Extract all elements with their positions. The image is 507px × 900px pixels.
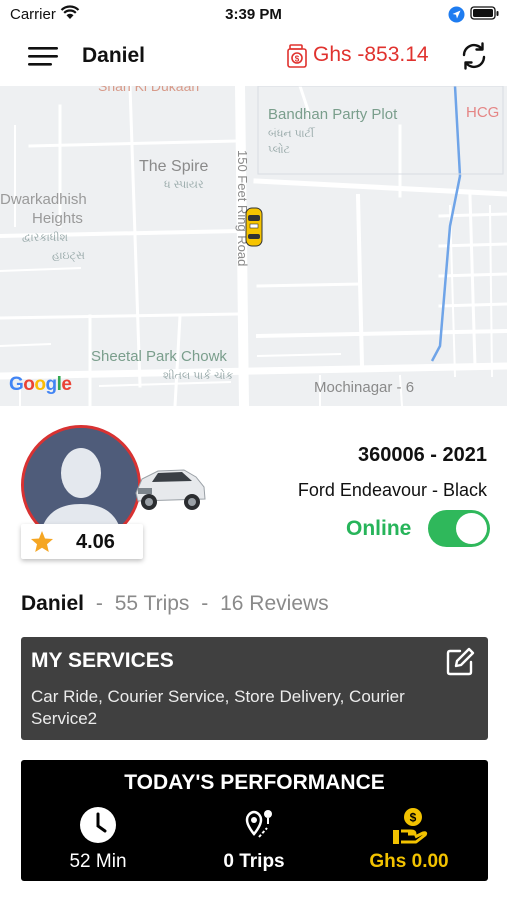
online-toggle[interactable] — [428, 510, 490, 547]
stats-separator: - — [95, 592, 103, 615]
location-arrow-icon — [448, 6, 465, 28]
refresh-icon[interactable] — [459, 41, 489, 76]
clock-icon — [79, 806, 117, 849]
my-services-card: MY SERVICES Car Ride, Courier Service, S… — [21, 637, 488, 740]
clock-time: 3:39 PM — [225, 6, 282, 23]
map-label-spire-local: ધ સ્પાયર — [164, 179, 204, 191]
wallet-balance[interactable]: Ghs -853.14 — [313, 43, 429, 67]
rating-card: 4.06 — [21, 524, 143, 559]
performance-earnings-value: Ghs 0.00 — [369, 851, 449, 872]
online-status-label: Online — [346, 517, 412, 540]
google-logo: Google — [9, 374, 72, 395]
route-icon — [235, 806, 275, 851]
edit-icon[interactable] — [445, 647, 475, 682]
stats-trips: 55 Trips — [114, 592, 190, 615]
wallet-icon: $ — [286, 43, 308, 74]
map-label-dwarkadhish-1: Dwarkadhish — [0, 191, 87, 208]
map-label-bandhan: Bandhan Party Plot — [268, 106, 398, 123]
svg-text:$: $ — [410, 811, 417, 825]
vehicle-model: Ford Endeavour - Black — [297, 480, 487, 500]
battery-icon — [470, 6, 500, 26]
status-bar: Carrier 3:39 PM — [0, 0, 507, 30]
map-label-dwarkadhish-local-2: હાઇટ્સ — [52, 250, 85, 262]
performance-title: TODAY'S PERFORMANCE — [124, 771, 385, 794]
services-title: MY SERVICES — [31, 649, 174, 672]
map-view[interactable]: Shari Ki Dukaan Bandhan Party Plot બંધન … — [0, 86, 507, 406]
map-label-hcg: HCG — [466, 104, 500, 121]
rating-value: 4.06 — [76, 531, 115, 553]
toggle-knob — [456, 513, 487, 544]
star-icon — [30, 530, 54, 558]
car-image — [130, 455, 208, 522]
money-hand-icon: $ — [390, 806, 430, 851]
performance-time-value: 52 Min — [69, 851, 127, 872]
map-label-sheetal: Sheetal Park Chowk — [91, 348, 227, 365]
map-label-dwarkadhish-local-1: દ્વારકાધીશ — [22, 232, 69, 244]
map-label-dwarkadhish-2: Heights — [32, 210, 83, 227]
stats-driver-name: Daniel — [21, 592, 85, 615]
performance-trips-value: 0 Trips — [223, 851, 285, 872]
services-list: Car Ride, Courier Service, Store Deliver… — [31, 687, 405, 728]
map-label-bandhan-local-2: પ્લોટ — [268, 144, 291, 156]
map-label-spire: The Spire — [139, 158, 209, 175]
map-label-dukaan: Shari Ki Dukaan — [98, 86, 200, 94]
menu-icon[interactable] — [28, 45, 60, 72]
map-label-sheetal-local: શીતલ પાર્ક ચોક — [163, 370, 234, 382]
stats-reviews[interactable]: 16 Reviews — [220, 592, 329, 615]
vehicle-number: 360006 - 2021 — [357, 444, 487, 466]
app-header: Daniel $ Ghs -853.14 — [0, 30, 507, 86]
todays-performance-card: TODAY'S PERFORMANCE 52 Min 0 Trips $ Ghs… — [21, 760, 488, 881]
driver-name: Daniel — [82, 44, 146, 67]
svg-text:$: $ — [295, 55, 300, 64]
stats-separator: - — [201, 592, 209, 615]
taxi-icon — [244, 206, 264, 253]
map-label-mochinagar: Mochinagar - 6 — [314, 379, 415, 396]
map-label-bandhan-local-1: બંધન પાર્ટી — [268, 128, 315, 140]
driver-stats: Daniel - 55 Trips - 16 Reviews — [21, 592, 329, 616]
